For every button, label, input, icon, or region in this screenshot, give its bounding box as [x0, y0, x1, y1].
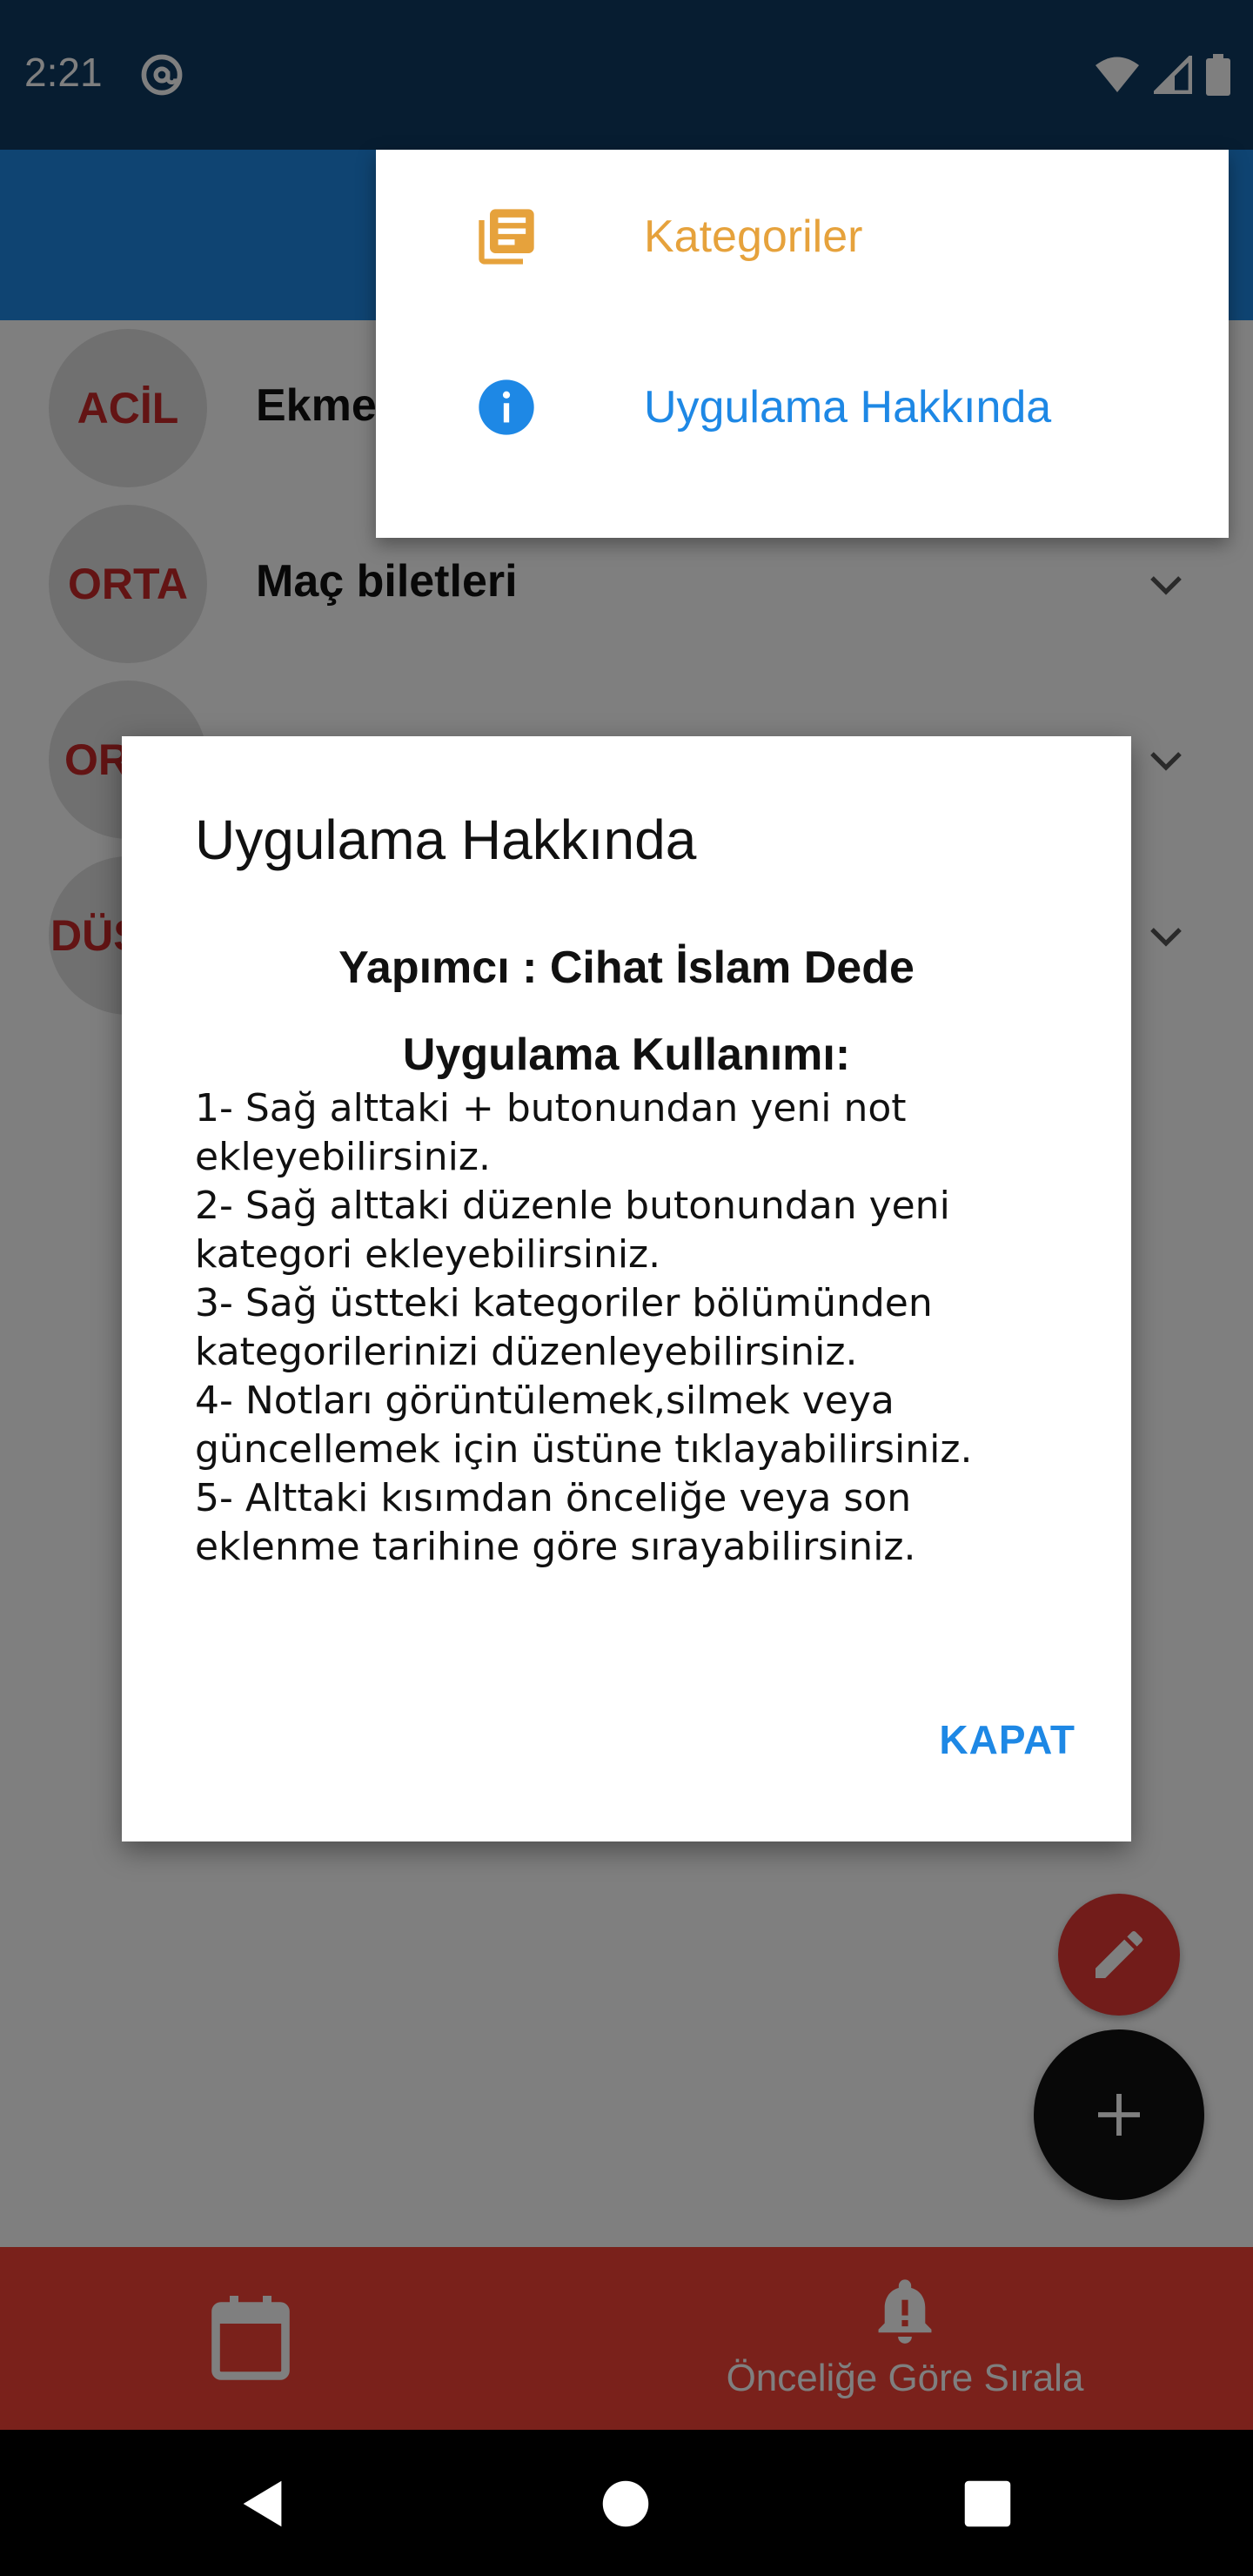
instruction-line: 1- Sağ alttaki + butonundan yeni not: [195, 1086, 907, 1130]
home-icon[interactable]: [595, 2473, 656, 2534]
usage-heading: Uygulama Kullanımı:: [402, 1030, 851, 1080]
dialog-title: Uygulama Hakkında: [195, 808, 697, 871]
menu-label: Uygulama Hakkında: [644, 382, 1052, 433]
system-navigation-bar: [0, 2430, 1253, 2576]
instruction-line: 5- Alttaki kısımdan önceliğe veya son: [195, 1476, 912, 1520]
menu-label: Kategoriler: [644, 211, 863, 262]
instruction-line: eklenme tarihine göre sırayabilirsiniz.: [195, 1525, 916, 1569]
instruction-line: 2- Sağ alttaki düzenle butonundan yeni: [195, 1184, 950, 1228]
close-button[interactable]: KAPAT: [939, 1716, 1075, 1763]
instruction-line: 4- Notları görüntülemek,silmek veya: [195, 1379, 895, 1423]
instruction-line: kategori ekleyebilirsiniz.: [195, 1232, 661, 1277]
maker-text: Yapımcı : Cihat İslam Dede: [338, 943, 915, 993]
menu-item-about[interactable]: Uygulama Hakkında: [376, 320, 1229, 491]
instruction-line: ekleyebilirsiniz.: [195, 1135, 491, 1179]
recents-icon[interactable]: [957, 2473, 1018, 2534]
about-dialog: Uygulama Hakkında Yapımcı : Cihat İslam …: [122, 736, 1131, 1841]
usage-instructions: 1- Sağ alttaki + butonundan yeni not ekl…: [195, 1084, 1074, 1572]
library-books-icon: [479, 209, 534, 265]
instruction-line: 3- Sağ üstteki kategoriler bölümünden: [195, 1281, 933, 1325]
instruction-line: güncellemek için üstüne tıklayabilirsini…: [195, 1427, 973, 1472]
instruction-line: kategorilerinizi düzenleyebilirsiniz.: [195, 1330, 858, 1374]
menu-item-categories[interactable]: Kategoriler: [376, 150, 1229, 320]
info-icon: [479, 379, 534, 435]
back-icon[interactable]: [233, 2473, 294, 2534]
overflow-menu: Kategoriler Uygulama Hakkında: [376, 150, 1229, 538]
